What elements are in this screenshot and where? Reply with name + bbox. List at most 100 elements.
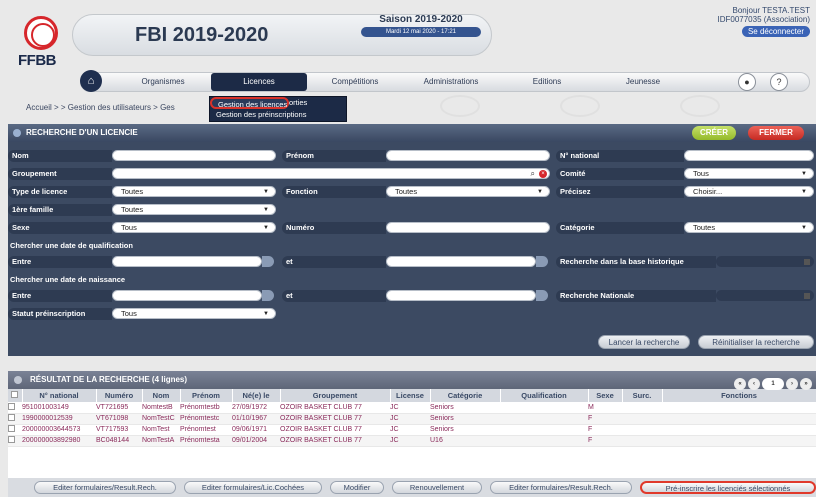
- col-header[interactable]: Fonctions: [662, 389, 816, 402]
- row-checkbox-cell[interactable]: [8, 413, 22, 425]
- watermark-icon: [560, 95, 600, 117]
- next-page-icon[interactable]: ›: [786, 378, 798, 390]
- nav-jeunesse[interactable]: Jeunesse: [595, 73, 691, 91]
- comite-select[interactable]: Tous ▼: [684, 168, 814, 179]
- table-row[interactable]: 200000003892980 BC048144 NomTestA Prénom…: [8, 435, 816, 447]
- qualif-start-input[interactable]: [112, 256, 262, 267]
- cell: NomtestB: [142, 402, 180, 414]
- statut-select[interactable]: Tous ▼: [112, 308, 276, 319]
- row-checkbox[interactable]: [8, 425, 15, 432]
- close-button[interactable]: FERMER: [748, 126, 804, 140]
- qualif-section-title: Chercher une date de qualification: [10, 241, 133, 250]
- cell: 09/01/2004: [232, 435, 280, 447]
- col-header[interactable]: License: [390, 389, 431, 402]
- table-row[interactable]: 200000003644573 VT717593 NomTest Prénomt…: [8, 424, 816, 436]
- current-page[interactable]: 1: [762, 378, 784, 390]
- cell: 01/10/1967: [232, 413, 280, 425]
- row-checkbox[interactable]: [8, 402, 15, 410]
- chevron-down-icon: ▼: [801, 225, 807, 231]
- col-header[interactable]: Nom: [142, 389, 181, 402]
- premiere-famille-value: Toutes: [121, 205, 144, 214]
- calendar-icon[interactable]: [262, 290, 274, 301]
- nav-editions[interactable]: Editions: [499, 73, 595, 91]
- cell: OZOIR BASKET CLUB 77: [280, 435, 390, 447]
- sexe-select[interactable]: Tous ▼: [112, 222, 276, 233]
- sexe-label: Sexe: [8, 222, 112, 234]
- calendar-icon[interactable]: [262, 256, 274, 267]
- col-header[interactable]: Qualification: [500, 389, 589, 402]
- cell: OZOIR BASKET CLUB 77: [280, 424, 390, 436]
- row-checkbox-cell[interactable]: [8, 424, 22, 436]
- nav-administrations[interactable]: Administrations: [403, 73, 499, 91]
- first-page-icon[interactable]: «: [734, 378, 746, 390]
- premiere-famille-select[interactable]: Toutes ▼: [112, 204, 276, 215]
- cell: NomTestC: [142, 413, 180, 425]
- cell: JC: [390, 413, 430, 425]
- launch-search-button[interactable]: Lancer la recherche: [598, 335, 690, 349]
- row-checkbox[interactable]: [8, 436, 15, 443]
- categorie-select[interactable]: Toutes ▼: [684, 222, 814, 233]
- menu-item-gestion-licences[interactable]: Gestion des licences: [210, 97, 290, 109]
- col-header[interactable]: [8, 389, 23, 402]
- naissance-end-input[interactable]: [386, 290, 536, 301]
- cell: 09/06/1971: [232, 424, 280, 436]
- type-licence-select[interactable]: Toutes ▼: [112, 186, 276, 197]
- cell: [622, 424, 662, 436]
- prev-page-icon[interactable]: ‹: [748, 378, 760, 390]
- col-header[interactable]: Sexe: [588, 389, 623, 402]
- renewal-button[interactable]: Renouvellement: [392, 481, 482, 494]
- col-header[interactable]: Prénom: [180, 389, 233, 402]
- cell: Seniors: [430, 402, 500, 414]
- row-checkbox-cell[interactable]: [8, 435, 22, 447]
- precisez-select[interactable]: Choisir... ▼: [684, 186, 814, 197]
- numero-input[interactable]: [386, 222, 550, 233]
- logout-button[interactable]: Se déconnecter: [741, 26, 810, 37]
- help-icon[interactable]: ?: [770, 73, 788, 91]
- chat-icon[interactable]: ●: [738, 73, 756, 91]
- breadcrumb[interactable]: Accueil > > Gestion des utilisateurs > G…: [26, 103, 175, 112]
- last-page-icon[interactable]: »: [800, 378, 812, 390]
- col-header[interactable]: Numéro: [96, 389, 143, 402]
- edit-forms-result2-button[interactable]: Editer formulaires/Result.Rech.: [490, 481, 632, 494]
- table-row[interactable]: 1990000012539 VT671098 NomTestC Prénomte…: [8, 413, 816, 425]
- preregister-selected-button[interactable]: Pré-inscrire les licenciés sélectionnés: [640, 481, 816, 494]
- qualif-end-input[interactable]: [386, 256, 536, 267]
- col-header[interactable]: N° national: [22, 389, 97, 402]
- search-icon[interactable]: ⌕: [531, 169, 535, 179]
- prenom-input[interactable]: [386, 150, 550, 161]
- col-header[interactable]: Groupement: [280, 389, 391, 402]
- home-icon[interactable]: ⌂: [80, 70, 102, 92]
- cell: U16: [430, 435, 500, 447]
- edit-forms-checked-button[interactable]: Editer formulaires/Lic.Cochées: [184, 481, 322, 494]
- modify-button[interactable]: Modifier: [330, 481, 384, 494]
- table-row[interactable]: 951001003149 VT721695 NomtestB Prénomtes…: [8, 402, 816, 414]
- reset-search-button[interactable]: Réinitialiser la recherche: [698, 335, 814, 349]
- et-label: et: [282, 256, 386, 268]
- col-header[interactable]: Surc.: [622, 389, 663, 402]
- row-checkbox-cell[interactable]: [8, 402, 22, 414]
- recherche-nationale-toggle[interactable]: [716, 290, 814, 301]
- season-label: Saison 2019-2020: [379, 14, 463, 25]
- nav-organismes[interactable]: Organismes: [115, 73, 211, 91]
- categorie-value: Toutes: [693, 223, 716, 232]
- nav-competitions[interactable]: Compétitions: [307, 73, 403, 91]
- naissance-start-input[interactable]: [112, 290, 262, 301]
- create-button[interactable]: CRÉER: [692, 126, 736, 140]
- select-all-checkbox[interactable]: [11, 391, 19, 398]
- nom-input[interactable]: [112, 150, 276, 161]
- base-historique-toggle[interactable]: [716, 256, 814, 267]
- edit-forms-result-button[interactable]: Editer formulaires/Result.Rech.: [34, 481, 176, 494]
- nav-licences[interactable]: Licences: [211, 73, 307, 91]
- groupement-input[interactable]: ⌕ ×: [112, 168, 550, 179]
- ffbb-logo[interactable]: FFBB: [16, 16, 66, 80]
- calendar-icon[interactable]: [536, 256, 548, 267]
- col-header[interactable]: Né(e) le: [232, 389, 281, 402]
- num-national-input[interactable]: [684, 150, 814, 161]
- premiere-famille-label: 1ère famille: [8, 204, 112, 216]
- col-header[interactable]: Catégorie: [430, 389, 501, 402]
- row-checkbox[interactable]: [8, 414, 15, 421]
- fonction-select[interactable]: Toutes ▼: [386, 186, 550, 197]
- calendar-icon[interactable]: [536, 290, 548, 301]
- user-id: IDF0077035 (Association): [717, 15, 811, 24]
- clear-icon[interactable]: ×: [539, 170, 547, 178]
